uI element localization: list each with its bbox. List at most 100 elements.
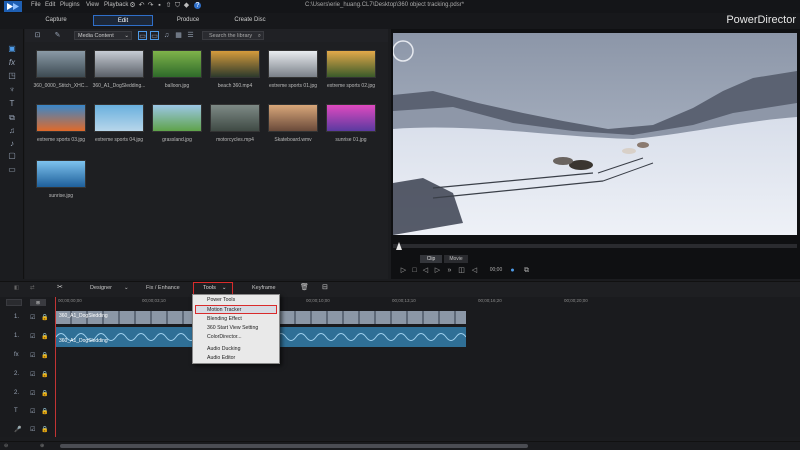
media-thumbnail[interactable] <box>36 160 86 188</box>
media-thumbnail[interactable] <box>210 104 260 132</box>
snapshot-icon[interactable]: ◫ <box>457 266 466 275</box>
cart-icon[interactable]: ⛉ <box>174 2 181 9</box>
scrollbar-thumb[interactable] <box>60 444 528 448</box>
track-lock-icon[interactable]: 🔒 <box>41 352 48 359</box>
menu-playback[interactable]: Playback <box>104 2 128 8</box>
image-filter-icon[interactable]: ▭ <box>150 31 159 40</box>
preview-scrub-bar[interactable] <box>393 244 797 248</box>
track-enable-checkbox-icon[interactable]: ☑ <box>30 426 35 433</box>
track-enable-checkbox-icon[interactable]: ☑ <box>30 408 35 415</box>
voiceover-icon[interactable]: ♪ <box>7 139 17 149</box>
track-lock-icon[interactable]: 🔒 <box>41 390 48 397</box>
movie-mode-button[interactable]: Movie <box>444 255 468 263</box>
title-room-icon[interactable]: T <box>7 99 17 109</box>
clip-mode-button[interactable]: Clip <box>420 255 442 263</box>
link-icon[interactable]: ⇄ <box>30 285 35 291</box>
tab-create-disc[interactable]: Create Disc <box>228 15 272 26</box>
play-icon[interactable]: ▷ <box>399 266 408 275</box>
track-enable-checkbox-icon[interactable]: ☑ <box>30 333 35 340</box>
zoom-out-icon[interactable]: ⊖ <box>4 443 8 449</box>
tools-menu-item[interactable]: ColorDirector... <box>207 334 242 340</box>
menu-edit[interactable]: Edit <box>45 2 55 8</box>
designer-chevron-icon[interactable]: ⌄ <box>124 285 129 291</box>
track-lock-icon[interactable]: 🔒 <box>41 371 48 378</box>
tools-menu-item[interactable]: Blending Effect <box>207 316 242 322</box>
list-view-icon[interactable]: ☰ <box>186 31 195 40</box>
tools-menu-item[interactable]: Power Tools <box>207 297 235 303</box>
fx-room-icon[interactable]: fx <box>7 58 17 68</box>
track-lock-icon[interactable]: 🔒 <box>41 426 48 433</box>
pip-room-icon[interactable]: ◳ <box>7 71 17 81</box>
track-lock-icon[interactable]: 🔒 <box>41 314 48 321</box>
next-frame-icon[interactable]: ▷ <box>433 266 442 275</box>
video-filter-icon[interactable]: ▭ <box>138 31 147 40</box>
stop-icon[interactable]: □ <box>410 266 419 275</box>
media-room-icon[interactable]: ▣ <box>7 44 17 54</box>
media-thumbnail[interactable] <box>94 50 144 78</box>
split-icon[interactable]: ✂ <box>57 283 63 291</box>
audio-mixing-icon[interactable]: ♫ <box>7 126 17 136</box>
notification-icon[interactable]: ◆ <box>183 2 190 9</box>
media-thumbnail[interactable] <box>268 104 318 132</box>
media-thumbnail[interactable] <box>94 104 144 132</box>
tools-menu-item[interactable]: Audio Editor <box>207 355 235 361</box>
grid-view-icon[interactable]: ▦ <box>174 31 183 40</box>
track-lock-icon[interactable]: 🔒 <box>41 408 48 415</box>
tools-menu-item[interactable]: Motion Tracker <box>207 307 241 313</box>
particle-room-icon[interactable]: ♆ <box>7 85 17 95</box>
fast-forward-icon[interactable]: » <box>445 266 454 275</box>
track-enable-checkbox-icon[interactable]: ☑ <box>30 352 35 359</box>
redo-icon[interactable]: ↷ <box>147 2 154 9</box>
dog-sledding-frame <box>393 33 797 235</box>
settings-icon[interactable]: ⚙ <box>129 2 136 9</box>
plugin-icon[interactable]: ✎ <box>53 31 62 40</box>
fix-enhance-button[interactable]: Fix / Enhance <box>146 285 180 291</box>
menu-plugins[interactable]: Plugins <box>60 2 80 8</box>
search-icon[interactable]: ⌕ <box>258 32 261 40</box>
video-preview[interactable] <box>393 33 797 235</box>
audio-filter-icon[interactable]: ♫ <box>162 31 171 40</box>
media-content-select[interactable]: Media Content ⌄ <box>74 31 132 40</box>
track-enable-checkbox-icon[interactable]: ☑ <box>30 371 35 378</box>
volume-icon[interactable]: ◁ <box>470 266 479 275</box>
prev-frame-icon[interactable]: ◁ <box>421 266 430 275</box>
delete-icon[interactable]: 🗑 <box>300 283 309 291</box>
timeline-view-toggle[interactable] <box>6 299 22 306</box>
menu-view[interactable]: View <box>86 2 99 8</box>
media-thumbnail[interactable] <box>326 50 376 78</box>
tools-menu-item[interactable]: Audio Ducking <box>207 346 240 352</box>
undock-icon[interactable]: ⧉ <box>522 266 531 275</box>
timeline-playhead[interactable] <box>55 297 56 437</box>
subtitle-icon[interactable]: ▭ <box>7 165 17 175</box>
media-thumbnail[interactable] <box>152 104 202 132</box>
keyframe-button[interactable]: Keyframe <box>252 285 276 291</box>
help-icon[interactable]: ? <box>194 2 201 9</box>
menu-file[interactable]: File <box>31 2 41 8</box>
upload-icon[interactable]: ⇧ <box>165 2 172 9</box>
media-thumbnail[interactable] <box>210 50 260 78</box>
tools-menu-item[interactable]: 360 Start View Setting <box>207 325 258 331</box>
media-thumbnail[interactable] <box>268 50 318 78</box>
save-icon[interactable]: ▪ <box>156 2 163 9</box>
designer-button[interactable]: Designer <box>90 285 112 291</box>
track-enable-checkbox-icon[interactable]: ☑ <box>30 314 35 321</box>
zoom-fit-button[interactable]: ⊞ <box>30 299 46 306</box>
import-icon[interactable]: ⊡ <box>33 31 42 40</box>
render-icon[interactable]: ⊟ <box>322 283 328 291</box>
chapter-icon[interactable]: ▢ <box>7 151 17 161</box>
media-thumbnail[interactable] <box>36 50 86 78</box>
transition-room-icon[interactable]: ⧉ <box>7 113 17 123</box>
track-manager-icon[interactable]: ◧ <box>14 285 19 291</box>
tab-produce[interactable]: Produce <box>168 15 208 26</box>
tab-edit[interactable]: Edit <box>93 15 153 26</box>
tab-capture[interactable]: Capture <box>36 15 76 26</box>
undo-icon[interactable]: ↶ <box>138 2 145 9</box>
media-thumbnail[interactable] <box>36 104 86 132</box>
track-enable-checkbox-icon[interactable]: ☑ <box>30 390 35 397</box>
track-lock-icon[interactable]: 🔒 <box>41 333 48 340</box>
media-thumbnail[interactable] <box>152 50 202 78</box>
zoom-in-icon[interactable]: ⊕ <box>40 443 44 449</box>
library-search-input[interactable]: Search the library ⌕ <box>202 31 264 40</box>
media-thumbnail[interactable] <box>326 104 376 132</box>
360-view-icon[interactable]: ● <box>508 266 517 275</box>
